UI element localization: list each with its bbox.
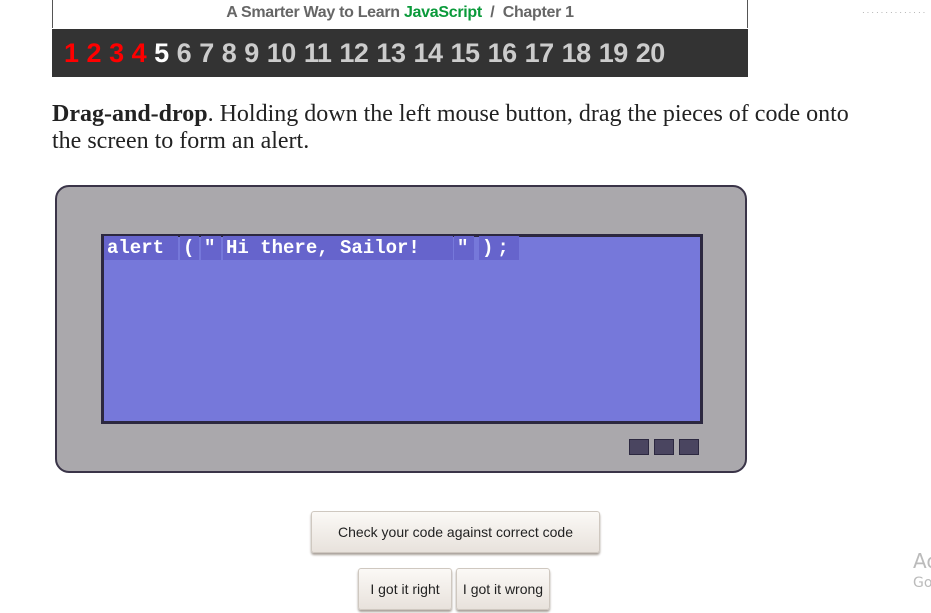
got-it-wrong-button[interactable]: I got it wrong <box>456 568 550 610</box>
device-illustration <box>55 185 747 473</box>
nav-exercise-14[interactable]: 14 <box>413 38 443 69</box>
watermark-line1: Ac <box>913 549 931 573</box>
nav-exercise-2[interactable]: 2 <box>87 38 102 69</box>
code-piece-close-paren-semicolon[interactable]: ); <box>479 236 519 260</box>
nav-exercise-1[interactable]: 1 <box>64 38 79 69</box>
nav-exercise-10[interactable]: 10 <box>267 38 297 69</box>
nav-exercise-17[interactable]: 17 <box>525 38 555 69</box>
header-brand: JavaScript <box>403 4 482 21</box>
code-piece-string[interactable]: Hi there, Sailor! <box>223 236 453 260</box>
exercise-nav: 1 2 3 4 5 6 7 8 9 10 11 12 13 14 15 16 1… <box>52 29 748 77</box>
header-prefix: A Smarter Way to Learn <box>226 4 400 21</box>
nav-exercise-9[interactable]: 9 <box>244 38 259 69</box>
nav-exercise-3[interactable]: 3 <box>109 38 124 69</box>
device-buttons <box>629 439 699 455</box>
header-chapter: Chapter 1 <box>502 4 574 21</box>
nav-exercise-12[interactable]: 12 <box>339 38 369 69</box>
instructions-bold: Drag-and-drop <box>52 101 208 127</box>
code-piece-alert[interactable]: alert <box>104 236 178 260</box>
nav-exercise-11[interactable]: 11 <box>304 38 332 69</box>
nav-exercise-13[interactable]: 13 <box>376 38 406 69</box>
nav-exercise-20[interactable]: 20 <box>636 38 666 69</box>
nav-exercise-7[interactable]: 7 <box>199 38 214 69</box>
got-it-right-button[interactable]: I got it right <box>358 568 452 610</box>
code-piece-quote-open[interactable]: " <box>201 236 221 260</box>
nav-exercise-4[interactable]: 4 <box>132 38 147 69</box>
code-piece-quote-close[interactable]: " <box>454 236 474 260</box>
drop-screen[interactable] <box>101 234 703 424</box>
instructions: Drag-and-drop. Holding down the left mou… <box>52 101 852 155</box>
nav-exercise-15[interactable]: 15 <box>451 38 481 69</box>
watermark-line2: Go <box>913 575 931 591</box>
nav-exercise-19[interactable]: 19 <box>599 38 629 69</box>
nav-exercise-5[interactable]: 5 <box>154 38 169 69</box>
nav-exercise-16[interactable]: 16 <box>488 38 518 69</box>
dotted-divider: ·············· <box>862 8 928 17</box>
nav-exercise-18[interactable]: 18 <box>562 38 592 69</box>
check-code-button[interactable]: Check your code against correct code <box>311 511 600 553</box>
page-header: A Smarter Way to Learn JavaScript / Chap… <box>52 0 748 28</box>
nav-exercise-6[interactable]: 6 <box>177 38 192 69</box>
nav-exercise-8[interactable]: 8 <box>222 38 237 69</box>
code-piece-open-paren[interactable]: ( <box>180 236 199 260</box>
